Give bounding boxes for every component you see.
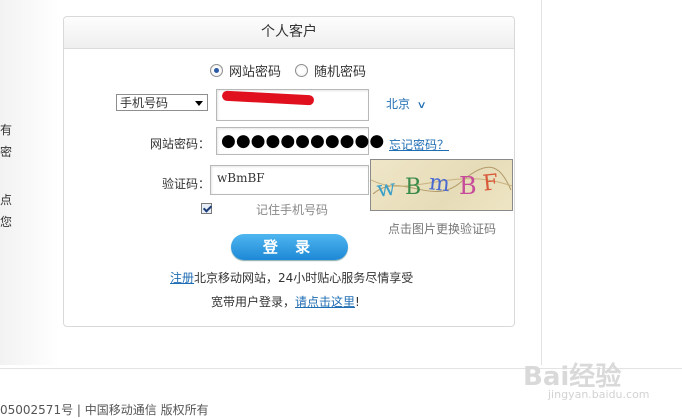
phone-input[interactable] [216,89,369,121]
broadband-text: 宽带用户登录， [211,295,296,309]
password-label: 网站密码： [149,137,210,151]
remember-label[interactable]: 记住手机号码 [256,201,328,218]
redaction-mark [221,90,315,106]
captcha-graphic: w B m B F [371,166,512,203]
radio-random-password-label[interactable]: 随机密码 [314,61,366,80]
account-type-value: 手机号码 [120,96,169,110]
divider [541,0,542,365]
left-fragment: 密 [0,145,13,159]
register-text: 北京移动网站，24小时贴心服务尽情享受 [194,271,414,285]
broadband-link[interactable]: 请点击这里 [295,295,355,309]
left-fragment: 您 [0,215,13,229]
radio-random-password[interactable] [295,64,309,77]
password-mask: ●●●●●●●●●●● [221,131,385,151]
svg-text:F: F [482,170,500,196]
panel-title: 个人客户 [64,17,514,49]
svg-text:B: B [459,172,477,200]
password-input[interactable]: ●●●●●●●●●●● [216,127,384,155]
login-button[interactable]: 登 录 [231,234,348,260]
radio-site-password-label[interactable]: 网站密码 [229,61,281,80]
left-shade [0,0,60,365]
account-type-select[interactable]: 手机号码 [116,94,208,111]
left-fragment: 有 [0,123,13,137]
captcha-caption: 点击图片更换验证码 [388,222,497,236]
dropdown-arrow-icon [195,101,203,106]
captcha-label: 验证码： [161,177,210,191]
svg-text:w: w [375,176,397,203]
footer-text: 05002571号 | 中国移动通信 版权所有 [0,403,209,417]
broadband-line: 宽带用户登录，请点击这里! [211,293,360,310]
captcha-image[interactable]: w B m B F [370,159,513,211]
remember-checkbox[interactable] [201,203,212,214]
svg-text:m: m [428,170,451,197]
watermark-url: jingyan.baidu.com [548,388,650,401]
register-line: 注册北京移动网站，24小时贴心服务尽情享受 [170,269,413,286]
broadband-tail: ! [355,295,360,309]
radio-site-password[interactable] [210,64,223,77]
chevron-down-icon: ∨ [416,100,427,111]
city-label: 北京 [386,97,411,111]
svg-text:B: B [405,175,421,200]
forgot-password-link[interactable]: 忘记密码？ [389,136,449,153]
login-panel: 个人客户 网站密码 随机密码 手机号码 北京 ∨ 网站密码： ●●●●●●●●●●… [63,16,515,327]
captcha-value: wBmBF [217,171,265,185]
password-mode-group: 网站密码 随机密码 [210,61,366,80]
register-link[interactable]: 注册 [170,271,194,285]
city-selector[interactable]: 北京 ∨ [386,95,427,112]
captcha-input[interactable]: wBmBF [210,165,369,195]
left-fragment: 点 [0,193,13,207]
